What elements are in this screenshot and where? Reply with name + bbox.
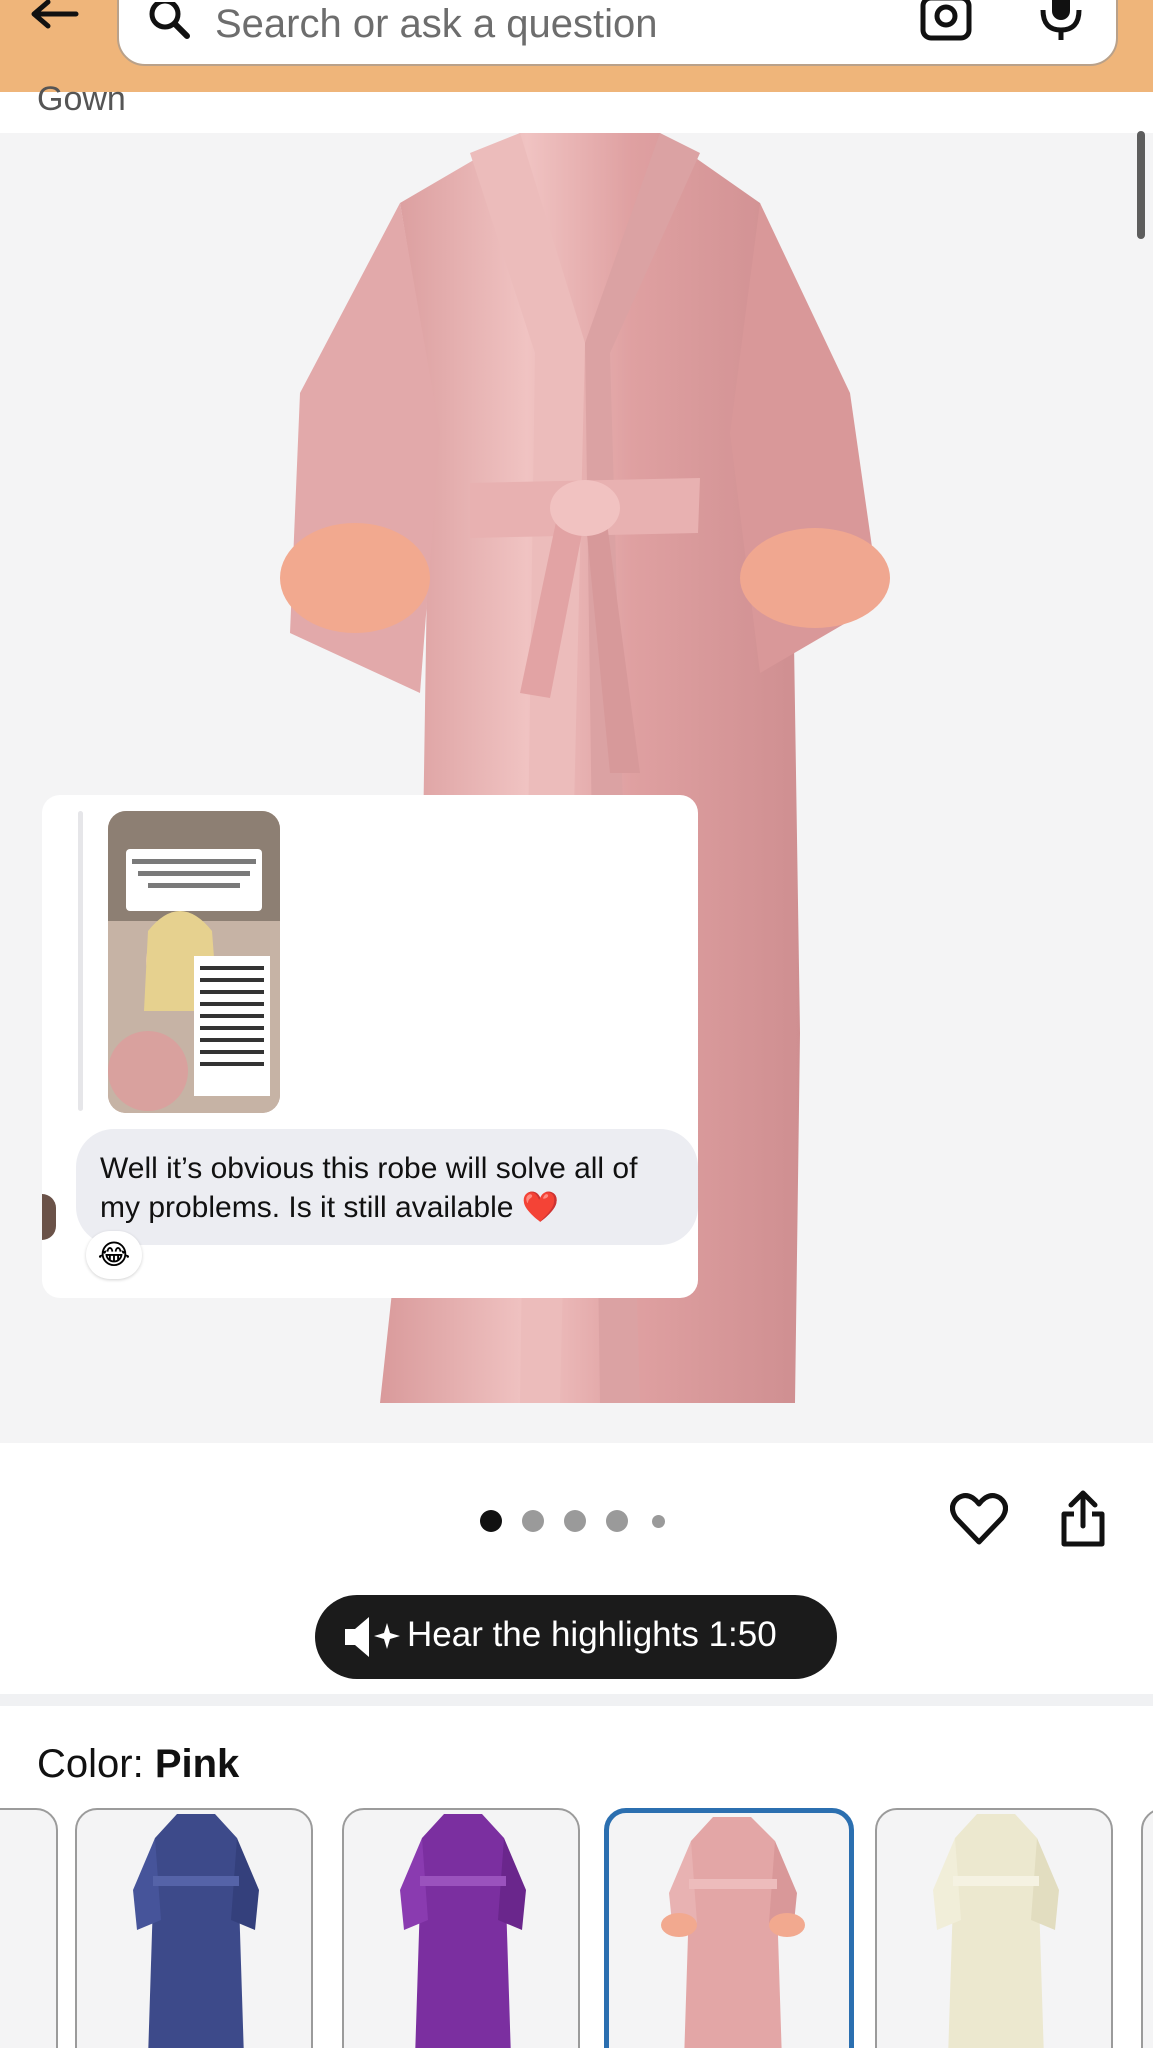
- back-arrow-icon[interactable]: [28, 0, 88, 36]
- carousel-dot[interactable]: [564, 1510, 586, 1532]
- heart-icon[interactable]: [950, 1492, 1008, 1548]
- share-icon[interactable]: [1060, 1490, 1106, 1548]
- speaker-sparkle-icon: [343, 1615, 401, 1659]
- scrollbar-thumb[interactable]: [1137, 131, 1145, 239]
- product-title-fragment: Gown: [37, 80, 126, 118]
- color-swatch-navy[interactable]: [75, 1808, 313, 2048]
- section-divider: [0, 1694, 1153, 1706]
- camera-icon[interactable]: [919, 0, 975, 44]
- search-icon: [145, 0, 195, 52]
- carousel-dot[interactable]: [606, 1510, 628, 1532]
- carousel-dot[interactable]: [480, 1510, 502, 1532]
- color-swatch-pink[interactable]: [604, 1808, 854, 2048]
- color-swatch-ivory[interactable]: [875, 1808, 1113, 2048]
- story-thumbnail[interactable]: [108, 811, 280, 1113]
- sender-avatar: [42, 1194, 56, 1240]
- color-label-prefix: Color:: [37, 1742, 155, 1786]
- reply-quote-bar: [78, 811, 83, 1111]
- microphone-icon[interactable]: [1037, 0, 1085, 46]
- message-bubble[interactable]: Well it’s obvious this robe will solve a…: [76, 1129, 698, 1245]
- product-page: Search or ask a question Gown Well it’s …: [0, 0, 1153, 2048]
- color-swatch-purple[interactable]: [342, 1808, 580, 2048]
- search-bar[interactable]: Search or ask a question: [117, 0, 1118, 66]
- carousel-dot[interactable]: [522, 1510, 544, 1532]
- color-swatch-partial[interactable]: [0, 1808, 58, 2048]
- chat-message-card: Well it’s obvious this robe will solve a…: [42, 795, 698, 1298]
- color-selector-label: Color: Pink: [37, 1742, 239, 1787]
- selected-color-value: Pink: [154, 1742, 240, 1786]
- laughing-emoji-reaction[interactable]: 😂: [86, 1231, 142, 1279]
- image-carousel-dots[interactable]: [480, 1510, 680, 1532]
- carousel-dot[interactable]: [652, 1515, 665, 1528]
- header-bar: Search or ask a question: [0, 0, 1153, 92]
- hear-highlights-button[interactable]: Hear the highlights 1:50: [315, 1595, 837, 1679]
- hear-highlights-label: Hear the highlights 1:50: [407, 1615, 777, 1654]
- search-input[interactable]: Search or ask a question: [215, 2, 657, 47]
- color-swatch-partial[interactable]: [1141, 1808, 1153, 2048]
